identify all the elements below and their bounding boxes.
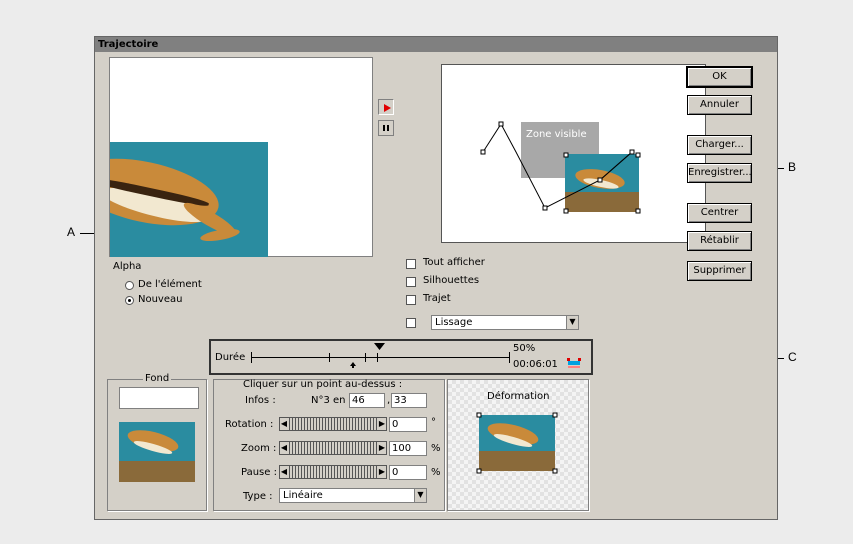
save-button[interactable]: Enregistrer... bbox=[687, 163, 752, 183]
background-field[interactable] bbox=[119, 387, 199, 409]
alpha-option-element-radio[interactable] bbox=[125, 281, 134, 290]
dialog-title: Trajectoire bbox=[95, 37, 777, 52]
pause-icon bbox=[383, 125, 389, 131]
delete-button[interactable]: Supprimer bbox=[687, 261, 752, 281]
alpha-label: Alpha bbox=[113, 261, 142, 272]
smoothing-checkbox[interactable] bbox=[406, 318, 416, 328]
chevron-down-icon[interactable]: ▼ bbox=[566, 316, 578, 329]
zoom-field[interactable]: 100 bbox=[389, 441, 427, 456]
pause-slider[interactable]: ◀ ▶ bbox=[279, 465, 387, 479]
background-thumbnail[interactable] bbox=[119, 422, 195, 482]
rotation-slider[interactable]: ◀ ▶ bbox=[279, 417, 387, 431]
trajectory-preview[interactable]: Zone visible bbox=[445, 68, 702, 239]
pause-unit: % bbox=[431, 467, 441, 478]
smoothing-select[interactable]: Lissage ▼ bbox=[431, 315, 579, 330]
pause-button[interactable] bbox=[378, 120, 394, 136]
pause-label: Pause : bbox=[241, 467, 277, 478]
show-all-checkbox[interactable] bbox=[406, 259, 416, 269]
trajectory-path[interactable] bbox=[445, 68, 702, 239]
chevron-down-icon[interactable]: ▼ bbox=[414, 489, 426, 502]
page: A B C Trajectoire Zone visible OK Annule… bbox=[0, 0, 853, 544]
deformation-label: Déformation bbox=[487, 391, 550, 402]
element-preview[interactable] bbox=[109, 57, 373, 257]
alpha-option-element-label[interactable]: De l'élément bbox=[138, 279, 202, 290]
alpha-option-new-radio[interactable] bbox=[125, 296, 134, 305]
callout-a: A bbox=[67, 225, 76, 239]
duration-percent: 50% bbox=[513, 343, 536, 354]
pause-field[interactable]: 0 bbox=[389, 465, 427, 480]
rotation-field[interactable]: 0 bbox=[389, 417, 427, 432]
duration-time: 00:06:01 bbox=[513, 359, 558, 370]
load-button[interactable]: Charger... bbox=[687, 135, 752, 155]
cancel-button[interactable]: Annuler bbox=[687, 95, 752, 115]
rotation-label: Rotation : bbox=[225, 419, 274, 430]
type-select-value: Linéaire bbox=[283, 490, 323, 501]
point-instruction: Cliquer sur un point au-dessus : bbox=[243, 379, 403, 390]
info-label: Infos : bbox=[245, 395, 276, 406]
zoom-label: Zoom : bbox=[241, 443, 277, 454]
silhouettes-checkbox[interactable] bbox=[406, 277, 416, 287]
keyframe-marker-icon[interactable] bbox=[350, 362, 356, 368]
rotation-unit: ° bbox=[431, 417, 436, 428]
ok-button[interactable]: OK bbox=[686, 66, 753, 88]
smoothing-select-value: Lissage bbox=[435, 317, 473, 328]
type-label: Type : bbox=[243, 491, 273, 502]
play-icon bbox=[384, 104, 391, 112]
trajectory-preview-frame: Zone visible bbox=[441, 64, 706, 243]
callout-c: C bbox=[788, 350, 797, 364]
duration-track[interactable] bbox=[251, 357, 509, 358]
duration-label: Durée bbox=[215, 352, 246, 363]
point-x-field[interactable]: 46 bbox=[349, 393, 385, 408]
path-label[interactable]: Trajet bbox=[423, 293, 451, 304]
trajectory-dialog: Trajectoire Zone visible OK Annuler Char… bbox=[94, 36, 778, 520]
zoom-slider[interactable]: ◀ ▶ bbox=[279, 441, 387, 455]
point-y-field[interactable]: 33 bbox=[391, 393, 427, 408]
antelope-image bbox=[110, 142, 268, 257]
center-button[interactable]: Centrer bbox=[687, 203, 752, 223]
duration-marker-icon[interactable] bbox=[374, 343, 386, 351]
callout-b: B bbox=[788, 160, 797, 174]
duration-panel: Durée 50% 00:06:01 bbox=[209, 339, 593, 375]
background-label: Fond bbox=[143, 373, 172, 384]
info-text: N°3 en bbox=[311, 395, 346, 406]
timer-icon[interactable] bbox=[567, 357, 581, 369]
type-select[interactable]: Linéaire ▼ bbox=[279, 488, 427, 503]
path-checkbox[interactable] bbox=[406, 295, 416, 305]
zoom-unit: % bbox=[431, 443, 441, 454]
alpha-option-new-label[interactable]: Nouveau bbox=[138, 294, 182, 305]
deformation-handles[interactable] bbox=[475, 411, 559, 475]
reset-button[interactable]: Rétablir bbox=[687, 231, 752, 251]
play-button[interactable] bbox=[378, 99, 394, 115]
silhouettes-label[interactable]: Silhouettes bbox=[423, 275, 479, 286]
show-all-label[interactable]: Tout afficher bbox=[423, 257, 485, 268]
